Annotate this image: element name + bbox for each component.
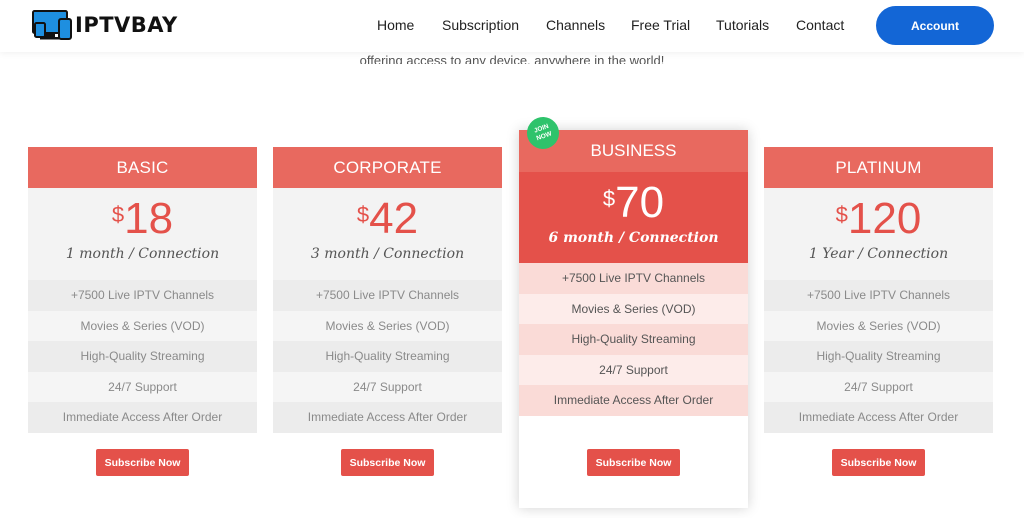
plan-name: BASIC	[28, 147, 257, 188]
plan-price: $120	[764, 194, 993, 244]
currency-symbol: $	[111, 202, 125, 227]
account-button[interactable]: Account	[876, 6, 994, 45]
brand-name: IPTVBAY	[75, 13, 178, 37]
nav-subscription[interactable]: Subscription	[442, 17, 519, 33]
feature-item: Immediate Access After Order	[764, 402, 993, 433]
plan-period: 1 Year / Connection	[808, 246, 949, 262]
feature-item: 24/7 Support	[519, 354, 748, 385]
subscribe-button-basic[interactable]: Subscribe Now	[96, 449, 189, 476]
price-amount: 70	[615, 178, 665, 227]
plan-card-platinum: PLATINUM $120 1 Year / Connection +7500 …	[764, 147, 993, 433]
plan-card-basic: BASIC $18 1 month / Connection +7500 Liv…	[28, 147, 257, 433]
feature-item: +7500 Live IPTV Channels	[273, 280, 502, 311]
nav-free-trial[interactable]: Free Trial	[631, 17, 690, 33]
plan-card-corporate: CORPORATE $42 3 month / Connection +7500…	[273, 147, 502, 433]
plan-features: +7500 Live IPTV Channels Movies & Series…	[273, 280, 502, 433]
nav-channels[interactable]: Channels	[546, 17, 605, 33]
feature-item: 24/7 Support	[273, 371, 502, 402]
plan-period: 6 month / Connection	[548, 230, 719, 246]
plan-period: 1 month / Connection	[65, 246, 220, 262]
price-amount: 18	[124, 194, 174, 243]
feature-item: High-Quality Streaming	[28, 341, 257, 372]
plan-price: $70	[519, 178, 748, 228]
feature-item: 24/7 Support	[28, 371, 257, 402]
plan-features: +7500 Live IPTV Channels Movies & Series…	[28, 280, 257, 433]
plan-name: CORPORATE	[273, 147, 502, 188]
subscribe-button-corporate[interactable]: Subscribe Now	[341, 449, 434, 476]
devices-icon	[32, 9, 72, 41]
plan-price-box: $18 1 month / Connection	[28, 188, 257, 280]
plan-period: 3 month / Connection	[310, 246, 465, 262]
feature-item: Immediate Access After Order	[519, 385, 748, 416]
feature-item: Movies & Series (VOD)	[519, 293, 748, 324]
feature-item: Movies & Series (VOD)	[28, 310, 257, 341]
nav-contact[interactable]: Contact	[796, 17, 844, 33]
feature-item: Movies & Series (VOD)	[273, 310, 502, 341]
plan-price-box: $120 1 Year / Connection	[764, 188, 993, 280]
feature-item: +7500 Live IPTV Channels	[519, 263, 748, 294]
price-amount: 120	[847, 194, 922, 243]
section-subtitle-text: offering access to any device, anywhere …	[359, 53, 665, 64]
subscribe-button-platinum[interactable]: Subscribe Now	[832, 449, 925, 476]
currency-symbol: $	[835, 202, 848, 227]
plan-price: $42	[273, 194, 502, 244]
section-subtitle: offering access to any device, anywhere …	[0, 50, 1024, 64]
feature-item: +7500 Live IPTV Channels	[28, 280, 257, 311]
plan-features: +7500 Live IPTV Channels Movies & Series…	[764, 280, 993, 433]
plan-price-box: $42 3 month / Connection	[273, 188, 502, 280]
currency-symbol: $	[356, 202, 370, 227]
feature-item: High-Quality Streaming	[764, 341, 993, 372]
brand-logo[interactable]: IPTVBAY	[32, 9, 178, 41]
plan-price-box: $70 6 month / Connection	[519, 172, 748, 263]
plan-features: +7500 Live IPTV Channels Movies & Series…	[519, 263, 748, 416]
feature-item: High-Quality Streaming	[519, 324, 748, 355]
currency-symbol: $	[602, 186, 616, 211]
nav-home[interactable]: Home	[377, 17, 414, 33]
site-header: IPTVBAY Home Subscription Channels Free …	[0, 0, 1024, 52]
price-amount: 42	[369, 194, 419, 243]
feature-item: 24/7 Support	[764, 371, 993, 402]
feature-item: High-Quality Streaming	[273, 341, 502, 372]
nav-tutorials[interactable]: Tutorials	[716, 17, 769, 33]
plan-price: $18	[28, 194, 257, 244]
feature-item: Movies & Series (VOD)	[764, 310, 993, 341]
feature-item: +7500 Live IPTV Channels	[764, 280, 993, 311]
feature-item: Immediate Access After Order	[28, 402, 257, 433]
feature-item: Immediate Access After Order	[273, 402, 502, 433]
plan-name: PLATINUM	[764, 147, 993, 188]
subscribe-button-business[interactable]: Subscribe Now	[587, 449, 680, 476]
